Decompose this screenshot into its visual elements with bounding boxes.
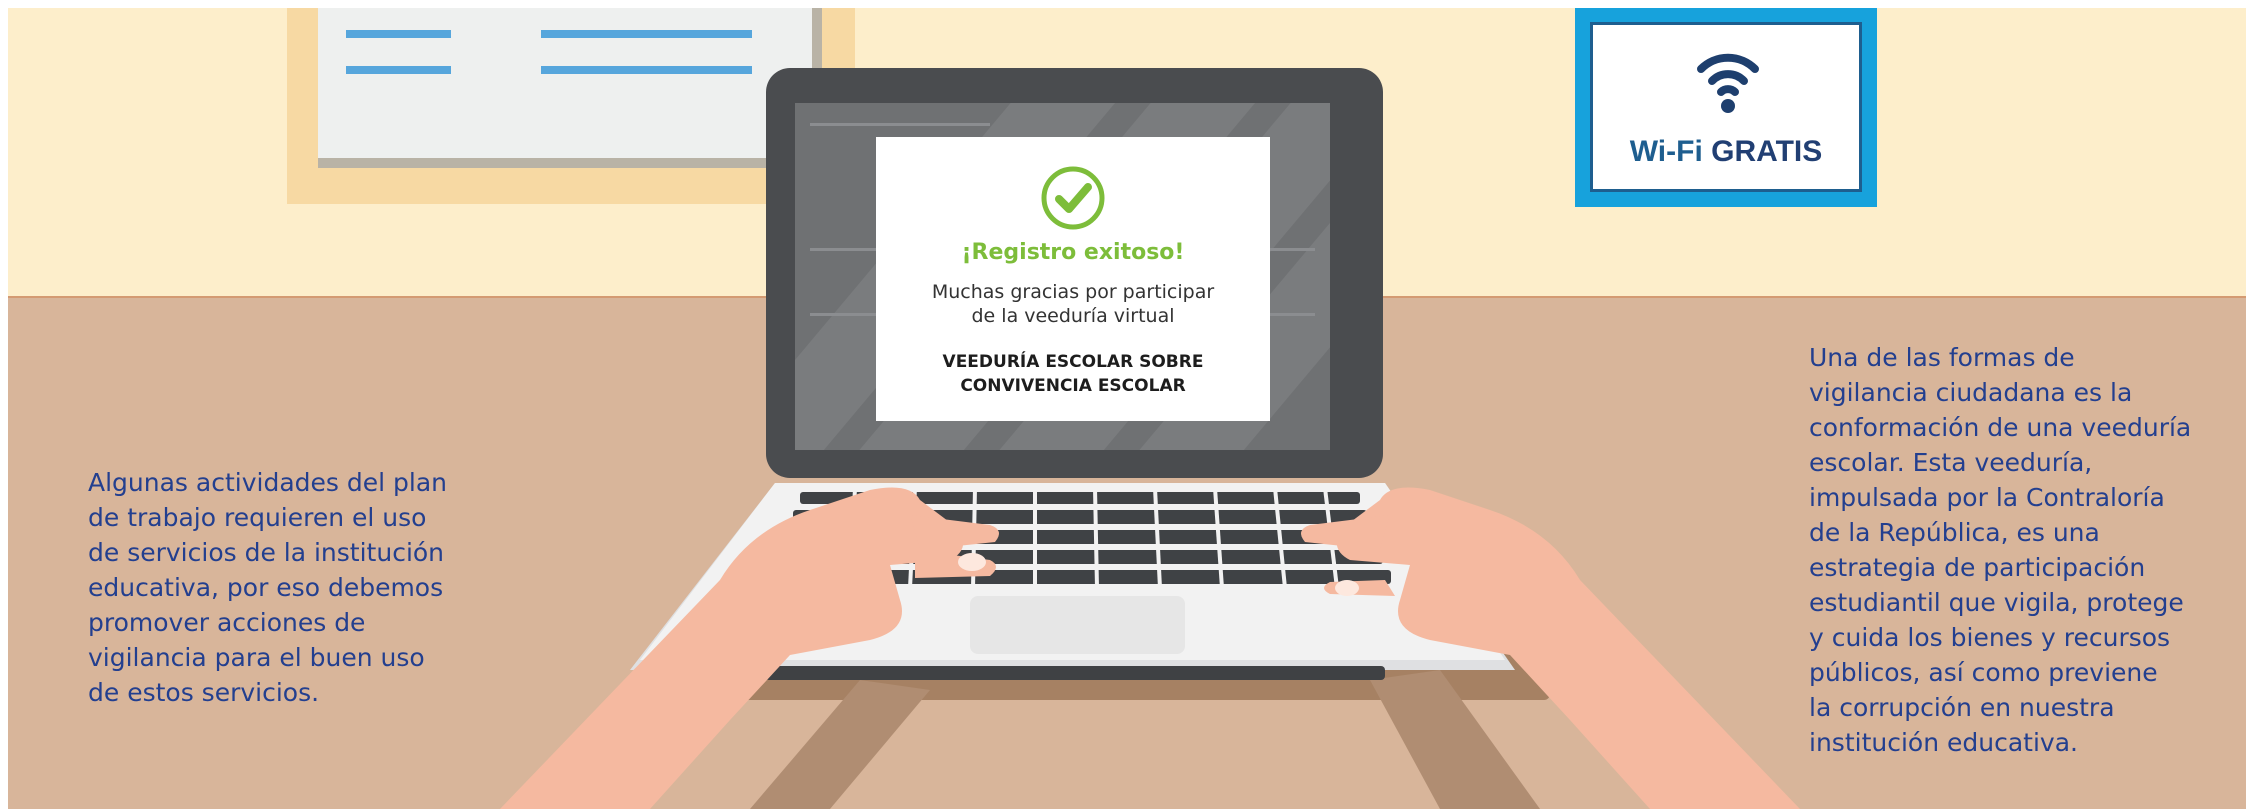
left-paragraph-line: de trabajo requieren el uso bbox=[88, 503, 427, 532]
right-paragraph-line: y cuida los bienes y recursos bbox=[1809, 623, 2171, 652]
dialog-message-line: Muchas gracias por participar bbox=[931, 281, 1215, 303]
dialog-title: ¡Registro exitoso! bbox=[961, 240, 1185, 265]
screen-bg-line bbox=[810, 123, 990, 126]
dialog-subtitle-line: CONVIVENCIA ESCOLAR bbox=[960, 376, 1186, 396]
dialog-message-line: de la veeduría virtual bbox=[971, 305, 1175, 327]
right-paragraph-line: la corrupción en nuestra bbox=[1809, 693, 2115, 722]
left-paragraph-line: promover acciones de bbox=[88, 608, 366, 637]
illustration-scene: Wi-Fi GRATIS ¡Registro exitoso! Muchas g… bbox=[0, 0, 2246, 809]
left-paragraph-line: educativa, por eso debemos bbox=[88, 573, 444, 602]
dialog-subtitle-line: VEEDURÍA ESCOLAR SOBRE bbox=[942, 352, 1204, 372]
wifi-label-part2: GRATIS bbox=[1711, 135, 1823, 168]
whiteboard-line bbox=[346, 66, 451, 74]
success-dialog: ¡Registro exitoso! Muchas gracias por pa… bbox=[876, 137, 1270, 421]
right-paragraph-line: Una de las formas de bbox=[1809, 343, 2075, 372]
left-paragraph-line: de servicios de la institución bbox=[88, 538, 445, 567]
right-paragraph-line: vigilancia ciudadana es la bbox=[1809, 378, 2133, 407]
right-paragraph: Una de las formas de vigilancia ciudadan… bbox=[1809, 340, 2191, 760]
right-paragraph-line: de la República, es una bbox=[1809, 518, 2100, 547]
whiteboard-line bbox=[541, 30, 752, 38]
right-paragraph-line: escolar. Esta veeduría, bbox=[1809, 448, 2093, 477]
left-paragraph-line: vigilancia para el buen uso bbox=[88, 643, 425, 672]
right-paragraph-line: institución educativa. bbox=[1809, 728, 2078, 757]
whiteboard bbox=[318, 8, 822, 168]
wifi-icon bbox=[1697, 53, 1759, 113]
left-paragraph-line: de estos servicios. bbox=[88, 678, 320, 707]
wifi-sign-panel: Wi-Fi GRATIS bbox=[1590, 22, 1862, 192]
whiteboard-line bbox=[541, 66, 752, 74]
wifi-sign-label: Wi-Fi GRATIS bbox=[1593, 135, 1859, 169]
whiteboard-line bbox=[346, 30, 451, 38]
right-paragraph-line: estrategia de participación bbox=[1809, 553, 2146, 582]
dialog-subtitle: VEEDURÍA ESCOLAR SOBRE CONVIVENCIA ESCOL… bbox=[876, 350, 1270, 398]
right-paragraph-line: impulsada por la Contraloría bbox=[1809, 483, 2165, 512]
dialog-message: Muchas gracias por participar de la veed… bbox=[876, 280, 1270, 328]
right-paragraph-line: estudiantil que vigila, protege bbox=[1809, 588, 2184, 617]
wifi-label-part1: Wi-Fi bbox=[1629, 135, 1703, 168]
right-paragraph-line: públicos, así como previene bbox=[1809, 658, 2158, 687]
wifi-sign: Wi-Fi GRATIS bbox=[1575, 8, 1877, 207]
right-paragraph-line: conformación de una veeduría bbox=[1809, 413, 2192, 442]
hands bbox=[500, 487, 1800, 809]
left-paragraph: Algunas actividades del plan de trabajo … bbox=[88, 465, 447, 710]
left-paragraph-line: Algunas actividades del plan bbox=[88, 468, 447, 497]
check-circle-icon bbox=[1041, 166, 1105, 230]
